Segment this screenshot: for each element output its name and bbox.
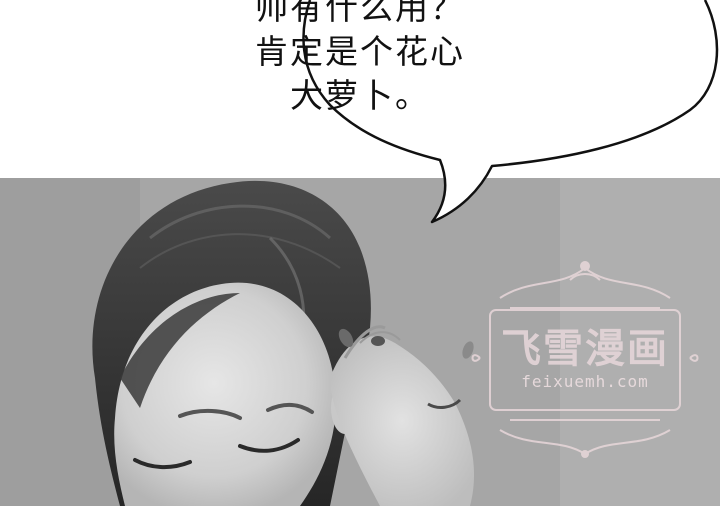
watermark-url: feixuemh.com xyxy=(521,372,649,391)
speech-line-1: 帅有什么用？ xyxy=(255,0,465,27)
watermark-title: 飞雪漫画 xyxy=(501,326,669,372)
speech-line-3: 大萝卜。 xyxy=(290,76,430,115)
speech-line-2: 肯定是个花心 xyxy=(255,32,465,71)
watermark-stamp: 飞雪漫画 feixuemh.com xyxy=(470,258,700,458)
speech-bubble-text: 帅有什么用？ 肯定是个花心 大萝卜。 xyxy=(210,0,510,118)
